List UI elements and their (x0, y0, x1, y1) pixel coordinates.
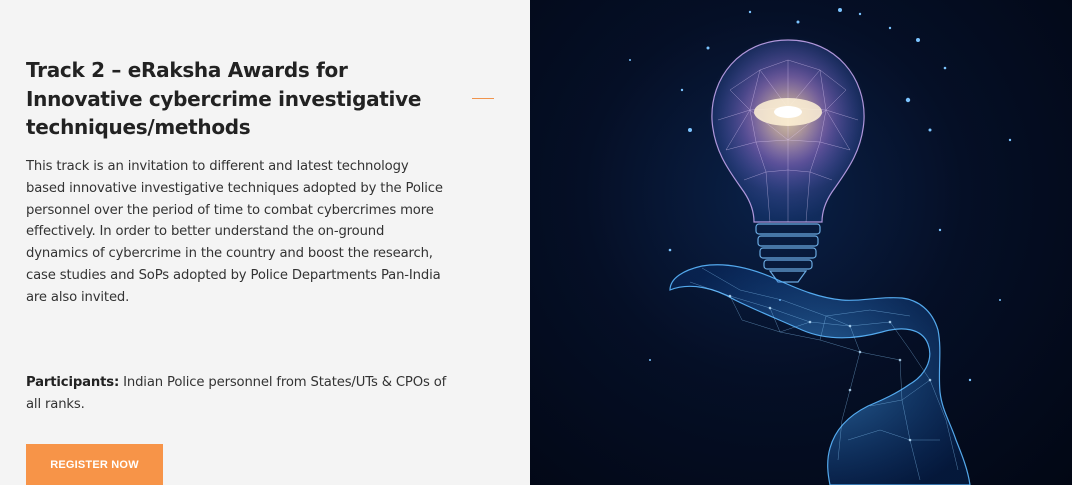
track-description: This track is an invitation to different… (26, 156, 506, 309)
description-line: personnel over the period of time to com… (26, 202, 434, 218)
track-title-line: Track 2 – eRaksha Awards for (26, 58, 348, 82)
description-line: dynamics of cybercrime in the country an… (26, 246, 433, 262)
lightbulb-hand-illustration (629, 8, 1012, 485)
track-title: Track 2 – eRaksha Awards for Innovative … (26, 56, 466, 142)
track-title-line: techniques/methods (26, 115, 251, 139)
participants-line: all ranks. (26, 396, 85, 412)
register-now-button[interactable]: REGISTER NOW (26, 444, 163, 485)
lightbulb-icon (708, 35, 868, 283)
title-accent-divider (472, 98, 494, 99)
description-line: based innovative investigative technique… (26, 180, 443, 196)
participants-text: Indian Police personnel from States/UTs … (119, 375, 447, 390)
participants-label: Participants: (26, 375, 120, 390)
participants-info: Participants: Indian Police personnel fr… (26, 372, 506, 416)
page: Track 2 – eRaksha Awards for Innovative … (0, 0, 1072, 485)
track-title-line: Innovative cybercrime investigative (26, 86, 422, 111)
hero-image (530, 0, 1072, 485)
description-line: are also invited. (26, 289, 130, 305)
open-hand-icon (669, 264, 971, 485)
description-line: effectively. In order to better understa… (26, 224, 385, 240)
track-info-panel: Track 2 – eRaksha Awards for Innovative … (0, 0, 530, 485)
participants-line: Participants: Indian Police personnel fr… (26, 372, 506, 394)
bulb-base (755, 223, 821, 283)
description-line: case studies and SoPs adopted by Police … (26, 267, 441, 283)
description-line: This track is an invitation to different… (26, 159, 409, 174)
